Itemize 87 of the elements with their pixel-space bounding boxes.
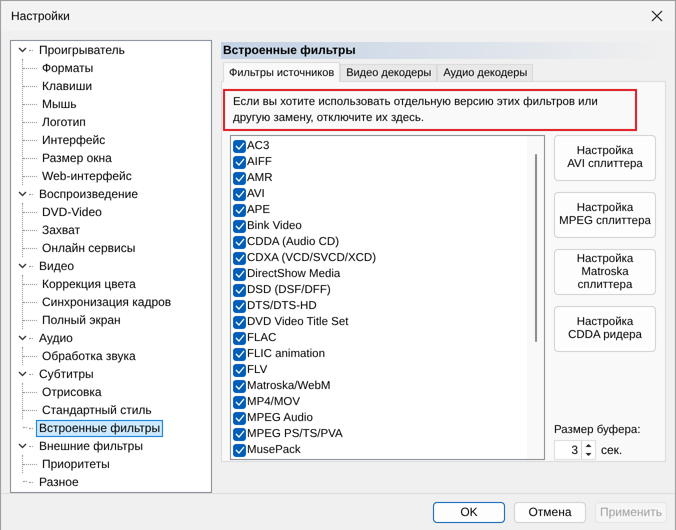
checkbox[interactable] bbox=[233, 348, 246, 360]
tree-item[interactable]: DVD-Video bbox=[39, 204, 105, 220]
tree-item[interactable]: Коррекция цвета bbox=[39, 276, 139, 292]
tree-item[interactable]: Синхронизация кадров bbox=[39, 294, 174, 310]
checkbox[interactable] bbox=[233, 316, 246, 328]
window-title: Настройки bbox=[11, 9, 70, 23]
checkbox[interactable] bbox=[233, 412, 246, 424]
checkbox[interactable] bbox=[233, 172, 246, 184]
filter-label: MP4/MOV bbox=[247, 396, 300, 408]
tree-item[interactable]: Клавиши bbox=[39, 78, 96, 94]
tree-item[interactable]: Отрисовка bbox=[39, 384, 105, 400]
buffer-spinner[interactable]: 3 bbox=[554, 440, 596, 460]
settings-button[interactable]: Настройка MPEG сплиттера bbox=[554, 192, 656, 238]
checkbox[interactable] bbox=[233, 332, 246, 344]
settings-button[interactable]: Настройка CDDA ридера bbox=[554, 306, 656, 352]
tree-item[interactable]: Приоритеты bbox=[39, 456, 113, 472]
checkbox[interactable] bbox=[233, 380, 246, 392]
filter-label: AMR bbox=[247, 172, 273, 184]
filter-label: CDXA (VCD/SVCD/XCD) bbox=[247, 252, 376, 264]
checkbox[interactable] bbox=[233, 300, 246, 312]
tree-item[interactable]: Проигрыватель bbox=[36, 42, 128, 58]
filter-label: FLV bbox=[247, 364, 268, 376]
filter-label: Bink Video bbox=[247, 220, 302, 232]
checkbox[interactable] bbox=[233, 396, 246, 408]
settings-button[interactable]: Настройка Matroska сплиттера bbox=[554, 249, 656, 295]
tree-item[interactable]: Полный экран bbox=[39, 312, 124, 328]
filter-label: FLIC animation bbox=[247, 348, 325, 360]
dialog-button[interactable]: Отмена bbox=[514, 502, 586, 522]
checkbox[interactable] bbox=[233, 444, 246, 456]
tree-item[interactable]: Интерфейс bbox=[39, 132, 108, 148]
chevron-icon[interactable] bbox=[18, 443, 27, 449]
tree-item[interactable]: Внешние фильтры bbox=[36, 438, 146, 454]
checkbox[interactable] bbox=[233, 140, 246, 152]
tree-item[interactable]: Размер окна bbox=[39, 150, 115, 166]
checkbox[interactable] bbox=[233, 268, 246, 280]
chevron-icon[interactable] bbox=[18, 263, 27, 269]
tab[interactable]: Фильтры источников bbox=[223, 62, 340, 82]
tree-item[interactable]: Форматы bbox=[39, 60, 96, 76]
tab[interactable]: Аудио декодеры bbox=[437, 64, 534, 81]
chevron-icon[interactable] bbox=[18, 335, 27, 341]
unit-label: сек. bbox=[601, 443, 622, 457]
checkbox[interactable] bbox=[233, 252, 246, 264]
filter-label: MPEG PS/TS/PVA bbox=[247, 428, 343, 440]
tree-item[interactable]: Видео bbox=[36, 258, 78, 274]
filter-label: Matroska/WebM bbox=[247, 380, 331, 392]
tree-item[interactable]: Захват bbox=[39, 222, 84, 238]
filter-label: FLAC bbox=[247, 332, 276, 344]
chevron-icon[interactable] bbox=[18, 47, 27, 53]
tree-item[interactable]: Web-интерфейс bbox=[39, 168, 135, 184]
filter-label: APE bbox=[247, 204, 270, 216]
checkbox[interactable] bbox=[233, 156, 246, 168]
checkbox[interactable] bbox=[233, 364, 246, 376]
filter-label: MusePack bbox=[247, 444, 301, 456]
filter-label: AIFF bbox=[247, 156, 272, 168]
tree-item[interactable]: Стандартный стиль bbox=[39, 402, 155, 418]
tree-item[interactable]: Аудио bbox=[36, 330, 76, 346]
filter-label: DTS/DTS-HD bbox=[247, 300, 317, 312]
tab[interactable]: Видео декодеры bbox=[340, 64, 438, 81]
filter-label: DVD Video Title Set bbox=[247, 316, 348, 328]
close-icon[interactable] bbox=[651, 10, 663, 22]
dialog-button[interactable]: OK bbox=[433, 502, 505, 522]
tree-item[interactable]: Логотип bbox=[39, 114, 89, 130]
filter-label: DirectShow Media bbox=[247, 268, 340, 280]
filter-label: CDDA (Audio CD) bbox=[247, 236, 340, 248]
checkbox[interactable] bbox=[233, 188, 246, 200]
checkbox[interactable] bbox=[233, 220, 246, 232]
filter-label: MPEG Audio bbox=[247, 412, 313, 424]
tree-item[interactable]: Встроенные фильтры bbox=[36, 420, 164, 436]
tree-item[interactable]: Онлайн сервисы bbox=[39, 240, 138, 256]
tree-item[interactable]: Воспроизведение bbox=[36, 186, 142, 202]
scrollbar-thumb[interactable] bbox=[534, 154, 536, 342]
tree-item[interactable]: Мышь bbox=[39, 96, 80, 112]
checkbox[interactable] bbox=[233, 428, 246, 440]
notice-text: Если вы хотите использовать отдельную версию этих фильтров или другую замену, отключите их здесь. bbox=[223, 89, 637, 131]
tree-item[interactable]: Разное bbox=[36, 474, 82, 490]
checkbox[interactable] bbox=[233, 204, 246, 216]
filter-label: DSD (DSF/DFF) bbox=[247, 284, 331, 296]
tree-item[interactable]: Обработка звука bbox=[39, 348, 139, 364]
settings-button[interactable]: Настройка AVI сплиттера bbox=[554, 135, 656, 181]
chevron-icon[interactable] bbox=[18, 371, 27, 377]
buffer-label: Размер буфера: bbox=[554, 424, 642, 436]
checkbox[interactable] bbox=[233, 284, 246, 296]
filter-label: AC3 bbox=[247, 140, 270, 152]
checkbox[interactable] bbox=[233, 236, 246, 248]
tree-item[interactable]: Субтитры bbox=[36, 366, 97, 382]
chevron-icon[interactable] bbox=[18, 191, 27, 197]
filter-label: AVI bbox=[247, 188, 265, 200]
